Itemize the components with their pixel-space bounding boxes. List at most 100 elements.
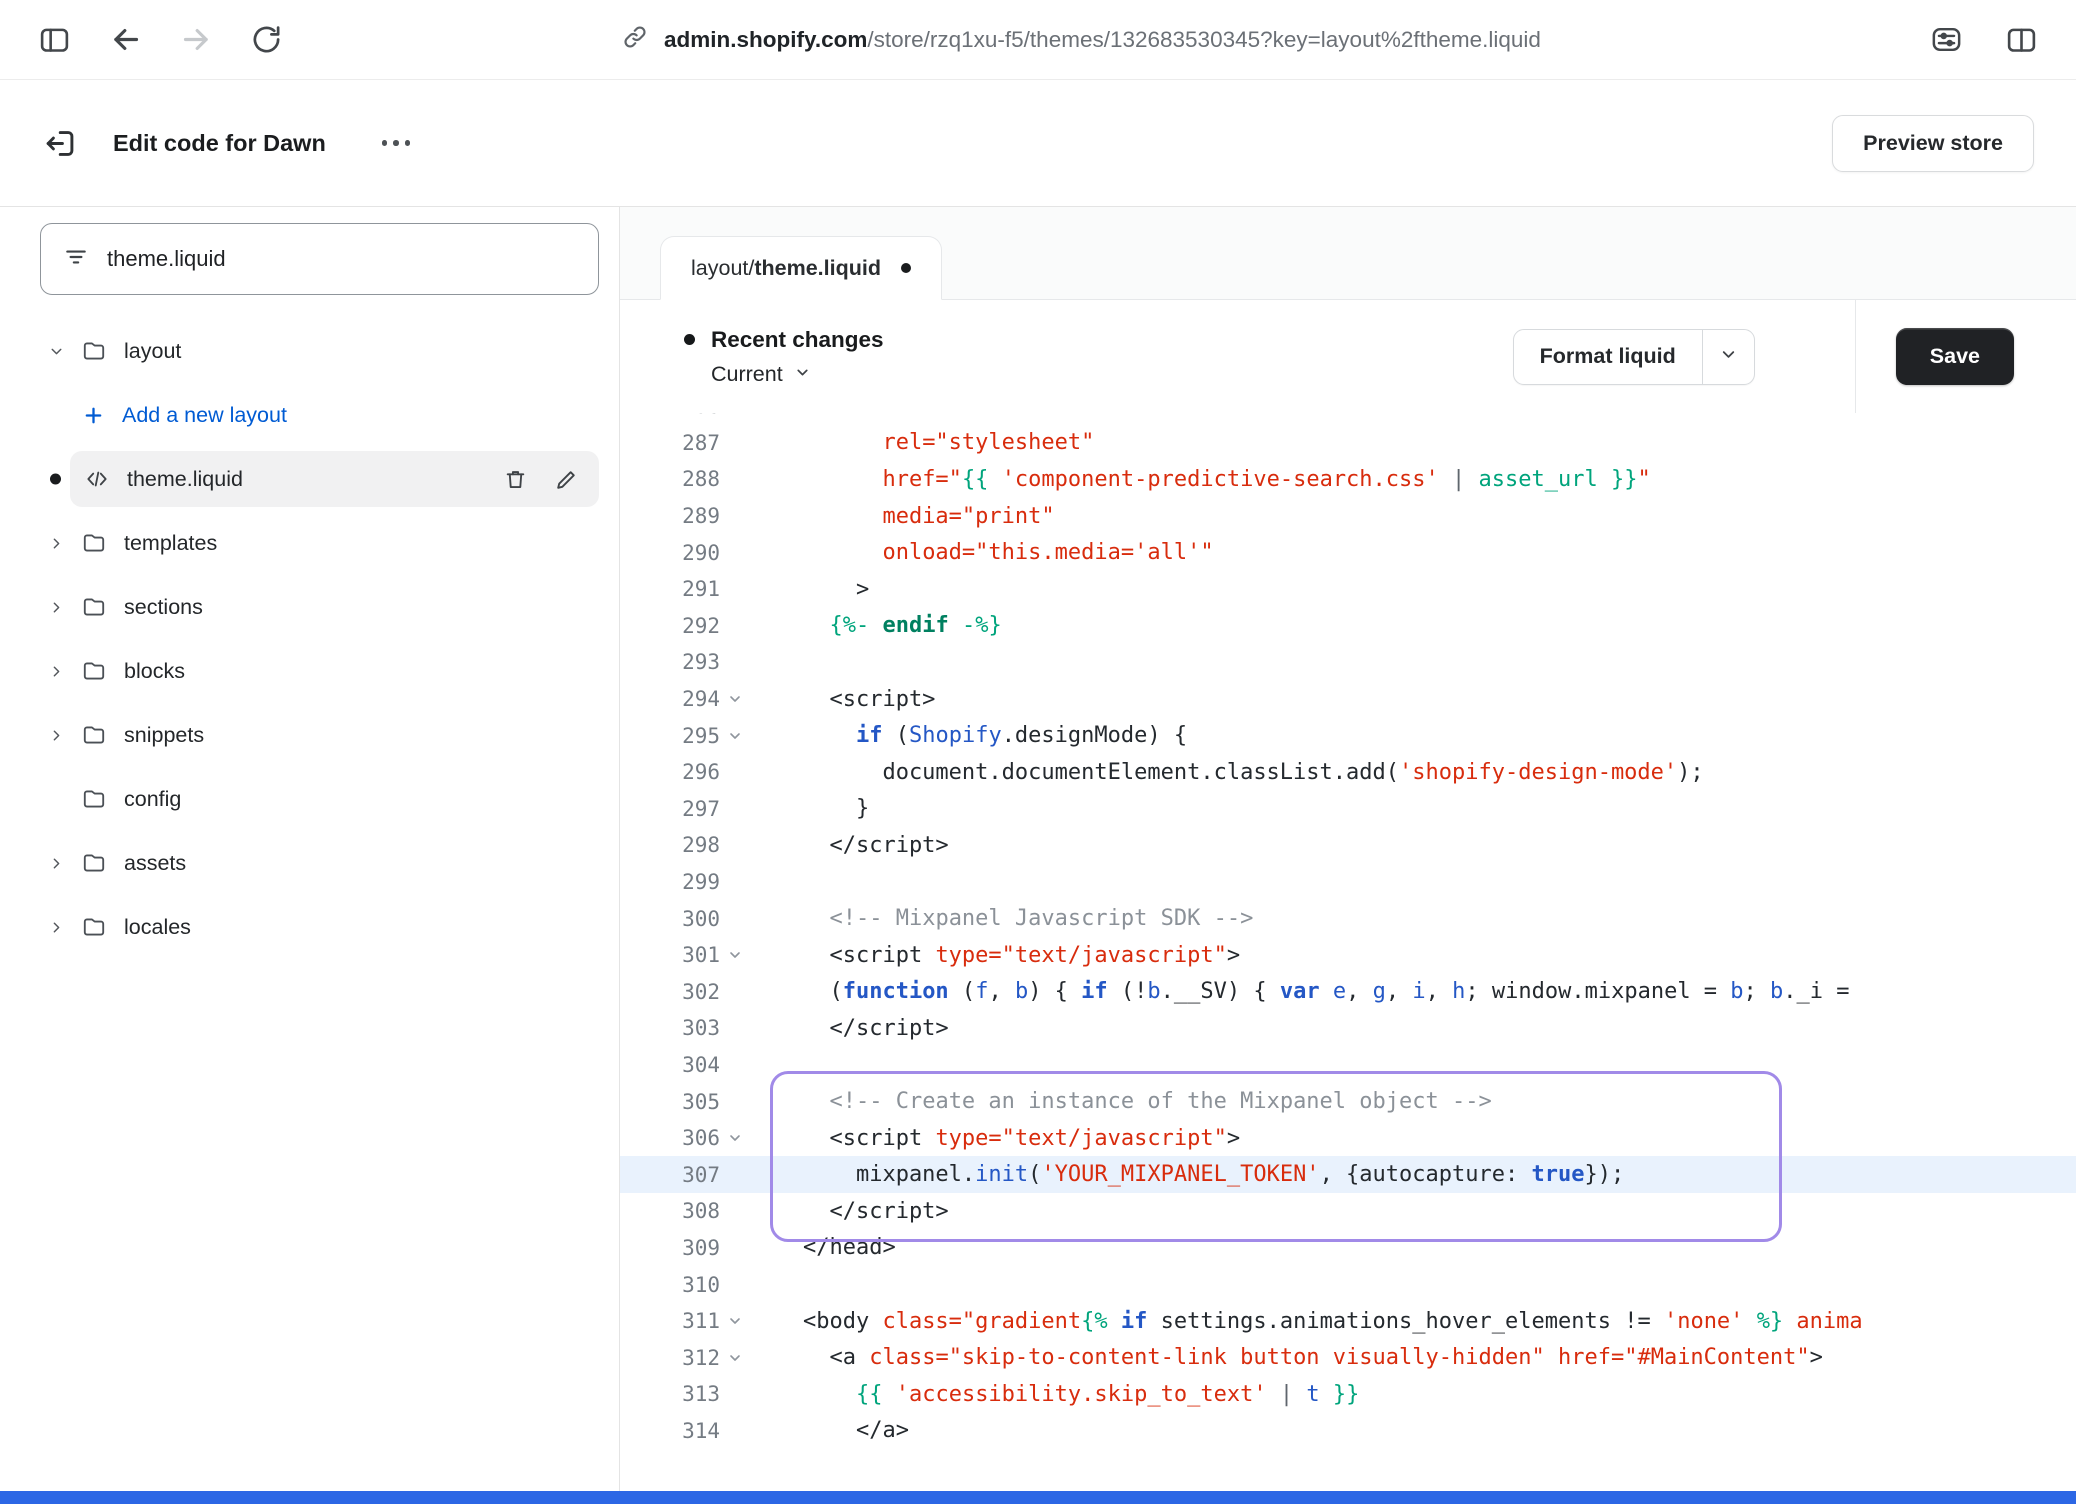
tab-theme-liquid[interactable]: layout/theme.liquid	[660, 236, 942, 300]
code-line[interactable]: 298 </script>	[620, 827, 2076, 864]
code-line[interactable]: 308 </script>	[620, 1193, 2076, 1230]
code-line[interactable]: 288 href="{{ 'component-predictive-searc…	[620, 461, 2076, 498]
code-line[interactable]: 292 {%- endif -%}	[620, 608, 2076, 645]
back-button[interactable]	[109, 23, 142, 56]
folder-icon	[81, 722, 107, 748]
tree-item-locales[interactable]: locales	[0, 895, 619, 959]
fold-toggle-icon[interactable]	[720, 1130, 750, 1146]
fold-toggle-icon[interactable]	[720, 1313, 750, 1329]
browser-nav-controls	[26, 23, 282, 56]
tree-item-config[interactable]: config	[0, 767, 619, 831]
fold-toggle-icon[interactable]	[720, 947, 750, 963]
chevron-right-icon[interactable]	[46, 727, 66, 744]
extensions-button[interactable]	[1930, 23, 1963, 56]
line-number: 306	[620, 1126, 720, 1150]
fold-toggle-icon[interactable]	[720, 691, 750, 707]
code-line[interactable]: 304	[620, 1047, 2076, 1084]
tab-label: layout/theme.liquid	[691, 256, 881, 281]
address-bar[interactable]: admin.shopify.com/store/rzq1xu-f5/themes…	[622, 24, 1541, 55]
code-line[interactable]: 302 (function (f, b) { if (!b.__SV) { va…	[620, 974, 2076, 1011]
bottom-accent-bar	[0, 1491, 2076, 1504]
tree-item-theme-liquid[interactable]: theme.liquid	[0, 447, 619, 511]
code-line[interactable]: 286 <link	[620, 413, 2076, 425]
line-number: 303	[620, 1016, 720, 1040]
code-line[interactable]: 306 <script type="text/javascript">	[620, 1120, 2076, 1157]
browser-window: admin.shopify.com/store/rzq1xu-f5/themes…	[0, 0, 2076, 1504]
chevron-right-icon[interactable]	[46, 919, 66, 936]
tree-item-label: locales	[124, 915, 191, 940]
format-options-button[interactable]	[1702, 330, 1754, 384]
code-line[interactable]: 312 <a class="skip-to-content-link butto…	[620, 1339, 2076, 1376]
line-number: 314	[620, 1419, 720, 1443]
more-menu-button[interactable]	[374, 132, 419, 154]
code-line[interactable]: 300 <!-- Mixpanel Javascript SDK -->	[620, 900, 2076, 937]
trash-icon	[503, 467, 528, 492]
chevron-right-icon[interactable]	[46, 855, 66, 872]
tab-bar: layout/theme.liquid	[620, 207, 2076, 300]
rename-file-button[interactable]	[554, 467, 579, 492]
format-liquid-split-button: Format liquid	[1513, 329, 1755, 385]
line-number: 309	[620, 1236, 720, 1260]
tree-item-blocks[interactable]: blocks	[0, 639, 619, 703]
code-line[interactable]: 287 rel="stylesheet"	[620, 425, 2076, 462]
exit-button[interactable]	[42, 126, 77, 161]
file-search-field[interactable]	[40, 223, 599, 295]
filter-icon	[63, 244, 89, 275]
code-line[interactable]: 307 mixpanel.init('YOUR_MIXPANEL_TOKEN',…	[620, 1156, 2076, 1193]
code-line[interactable]: 305 <!-- Create an instance of the Mixpa…	[620, 1083, 2076, 1120]
forward-button[interactable]	[180, 23, 213, 56]
fold-toggle-icon[interactable]	[720, 728, 750, 744]
chevron-right-icon[interactable]	[46, 535, 66, 552]
line-number: 294	[620, 687, 720, 711]
code-line[interactable]: 289 media="print"	[620, 498, 2076, 535]
code-editor[interactable]: 286 <link287 rel="stylesheet"288 href="{…	[620, 413, 2076, 1504]
save-button[interactable]: Save	[1896, 328, 2014, 385]
line-number: 313	[620, 1382, 720, 1406]
split-view-button[interactable]	[2005, 23, 2038, 56]
preview-store-button[interactable]: Preview store	[1832, 115, 2034, 172]
code-line[interactable]: 293	[620, 644, 2076, 681]
sidebar-toggle-button[interactable]	[38, 23, 71, 56]
format-liquid-button[interactable]: Format liquid	[1514, 330, 1702, 384]
line-number: 295	[620, 724, 720, 748]
line-number: 291	[620, 577, 720, 601]
tree-item-templates[interactable]: templates	[0, 511, 619, 575]
line-number: 287	[620, 431, 720, 455]
add-new-layout-button[interactable]: Add a new layout	[0, 383, 619, 447]
tree-item-snippets[interactable]: snippets	[0, 703, 619, 767]
reload-button[interactable]	[251, 24, 282, 55]
tree-item-layout[interactable]: layout	[0, 319, 619, 383]
chevron-down-icon[interactable]	[46, 343, 66, 360]
code-line[interactable]: 296 document.documentElement.classList.a…	[620, 754, 2076, 791]
chevron-right-icon[interactable]	[46, 599, 66, 616]
version-dropdown[interactable]: Current	[711, 362, 811, 387]
code-line[interactable]: 290 onload="this.media='all'"	[620, 534, 2076, 571]
tree-item-label: blocks	[124, 659, 185, 684]
tree-item-label: config	[124, 787, 181, 812]
delete-file-button[interactable]	[503, 467, 528, 492]
tree-item-sections[interactable]: sections	[0, 575, 619, 639]
code-line[interactable]: 291 >	[620, 571, 2076, 608]
code-line[interactable]: 297 }	[620, 791, 2076, 828]
code-line[interactable]: 310	[620, 1266, 2076, 1303]
line-number: 286	[620, 413, 720, 418]
code-line[interactable]: 311 <body class="gradient{% if settings.…	[620, 1303, 2076, 1340]
code-line[interactable]: 309 </head>	[620, 1230, 2076, 1267]
tree-item-label: assets	[124, 851, 186, 876]
code-line[interactable]: 295 if (Shopify.designMode) {	[620, 717, 2076, 754]
tree-item-assets[interactable]: assets	[0, 831, 619, 895]
file-search-input[interactable]	[107, 246, 576, 272]
tree-item-label: templates	[124, 531, 217, 556]
sidebar-toggle-icon	[38, 23, 71, 56]
tree-item-label: theme.liquid	[127, 467, 243, 492]
tree-item-label: layout	[124, 339, 181, 364]
code-line[interactable]: 299	[620, 864, 2076, 901]
fold-toggle-icon[interactable]	[720, 1350, 750, 1366]
code-line[interactable]: 313 {{ 'accessibility.skip_to_text' | t …	[620, 1376, 2076, 1413]
code-line[interactable]: 314 </a>	[620, 1413, 2076, 1450]
line-number: 292	[620, 614, 720, 638]
code-line[interactable]: 303 </script>	[620, 1010, 2076, 1047]
chevron-right-icon[interactable]	[46, 663, 66, 680]
code-line[interactable]: 294 <script>	[620, 681, 2076, 718]
code-line[interactable]: 301 <script type="text/javascript">	[620, 937, 2076, 974]
